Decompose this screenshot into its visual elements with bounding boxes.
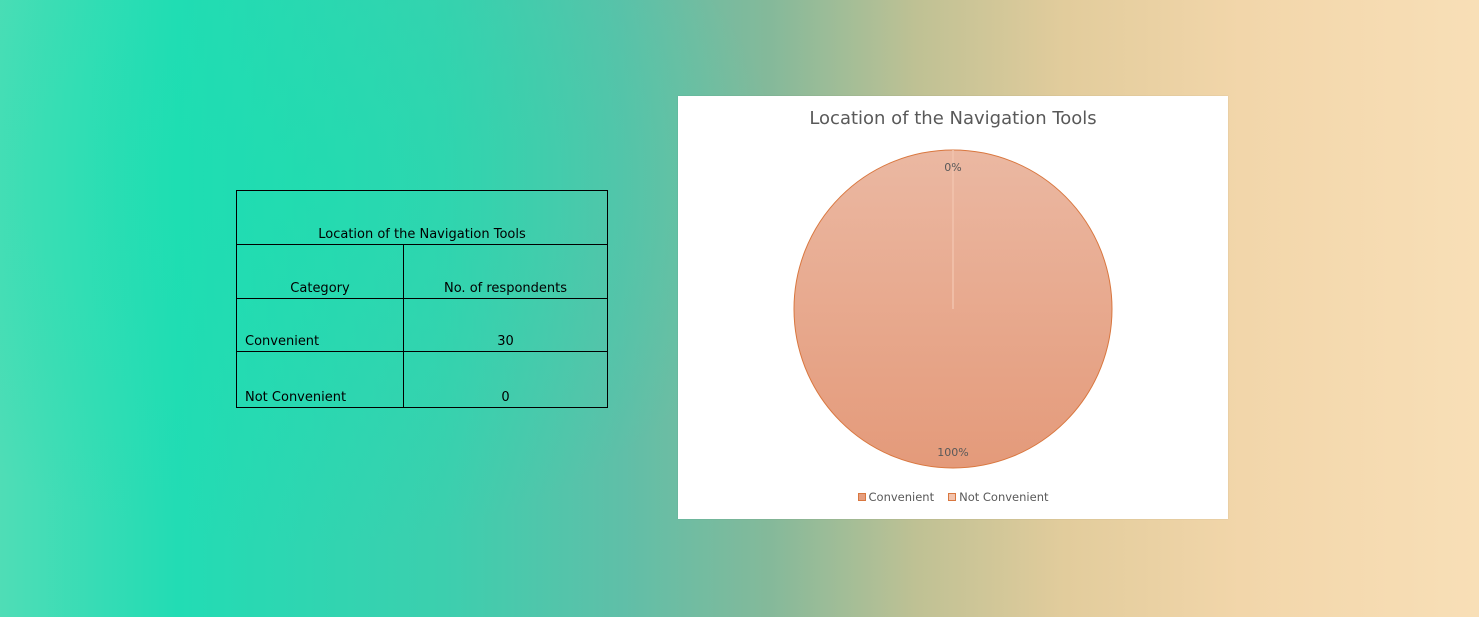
cell-respondents: 30 <box>403 298 608 352</box>
cell-category: Convenient <box>236 298 404 352</box>
cell-category: Not Convenient <box>236 351 404 408</box>
header-category: Category <box>236 244 404 299</box>
legend-swatch <box>948 493 957 501</box>
table-title: Location of the Navigation Tools <box>236 190 608 245</box>
data-label-convenient: 100% <box>937 446 968 459</box>
header-respondents: No. of respondents <box>403 244 608 299</box>
legend-item-not-convenient: Not Convenient <box>948 490 1049 504</box>
data-table: Location of the Navigation Tools Categor… <box>236 190 608 408</box>
table-row: Not Convenient 0 <box>236 351 608 408</box>
pie-chart-panel: Location of the Navigation Tools 100% 0% … <box>678 96 1228 519</box>
legend-label: Not Convenient <box>959 490 1049 504</box>
legend-label: Convenient <box>868 490 935 504</box>
pie-chart: 100% 0% <box>793 149 1113 469</box>
cell-respondents: 0 <box>403 351 608 408</box>
chart-legend: Convenient Not Convenient <box>678 490 1228 504</box>
legend-swatch <box>857 493 866 501</box>
table-header-row: Category No. of respondents <box>236 244 608 299</box>
legend-item-convenient: Convenient <box>857 490 935 504</box>
data-label-not-convenient: 0% <box>944 161 961 174</box>
table-row: Convenient 30 <box>236 298 608 352</box>
